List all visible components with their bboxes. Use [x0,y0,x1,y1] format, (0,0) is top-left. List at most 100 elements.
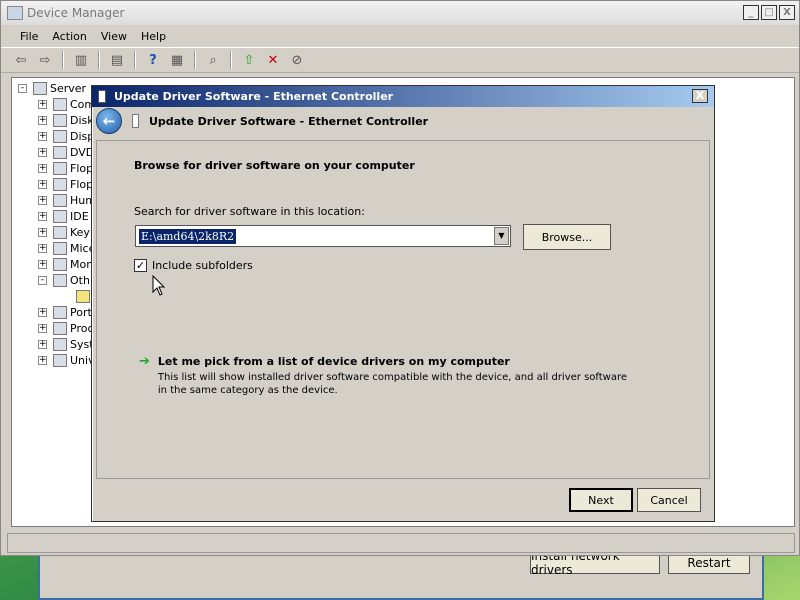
expand-icon[interactable]: + [38,259,47,269]
expand-icon[interactable]: + [38,307,47,317]
forward-icon[interactable]: ⇨ [35,51,55,69]
device-category-icon [53,177,67,191]
dialog-title-bar[interactable]: Update Driver Software - Ethernet Contro… [92,86,714,107]
action-pane-icon[interactable]: ▦ [167,51,187,69]
device-category-icon [53,97,67,111]
menu-help[interactable]: Help [134,28,173,45]
tree-item[interactable]: + IDE [38,208,89,224]
dialog-title: Update Driver Software - Ethernet Contro… [114,90,394,103]
include-subfolders-option[interactable]: ✓ Include subfolders [134,259,253,272]
mouse-pointer-icon [152,275,166,296]
tree-item[interactable]: + Hum [38,192,96,208]
search-location-label: Search for driver software in this locat… [134,205,365,218]
toolbar-separator [98,51,100,69]
tree-item[interactable]: + Key [38,224,90,240]
collapse-icon[interactable]: - [38,275,47,285]
path-input[interactable]: E:\amd64\2k8R2 [137,227,238,245]
tree-item[interactable]: + Mon [38,256,93,272]
expand-icon[interactable]: + [38,243,47,253]
minimize-button[interactable]: _ [743,5,759,20]
menu-view[interactable]: View [94,28,134,45]
wizard-header: ← Update Driver Software - Ethernet Cont… [92,107,714,135]
expand-icon[interactable]: + [38,323,47,333]
device-category-icon [53,161,67,175]
device-category-icon [53,273,67,287]
device-manager-icon [7,6,23,20]
expand-icon[interactable]: + [38,99,47,109]
pick-from-list-option[interactable]: ➔ Let me pick from a list of device driv… [139,355,628,397]
toolbar-separator [62,51,64,69]
browse-button[interactable]: Browse... [523,224,611,250]
chevron-down-icon[interactable]: ▼ [494,227,509,245]
toolbar-separator [230,51,232,69]
back-arrow-icon[interactable]: ← [96,108,122,134]
expand-icon[interactable]: + [38,179,47,189]
tree-item[interactable]: + Disk [38,112,94,128]
expand-icon[interactable]: + [38,195,47,205]
back-icon[interactable]: ⇦ [11,51,31,69]
expand-icon[interactable]: + [38,355,47,365]
tree-root[interactable]: - Server [18,80,86,96]
tree-item[interactable]: + Port [38,304,92,320]
device-category-icon [53,209,67,223]
maximize-button[interactable]: □ [761,5,777,20]
tree-item[interactable]: + Com [38,96,95,112]
include-subfolders-checkbox[interactable]: ✓ [134,259,147,272]
tree-item-label: Proc [70,321,94,335]
menu-bar: File Action View Help [1,25,799,47]
status-bar [7,533,795,553]
dialog-close-button[interactable]: X [692,89,708,103]
tree-item[interactable]: - Oth [38,272,90,288]
show-hide-tree-icon[interactable]: ▥ [71,51,91,69]
device-category-icon [53,257,67,271]
next-button[interactable]: Next [569,488,633,512]
expand-icon[interactable]: + [38,131,47,141]
tree-item-label: Syst [70,337,94,351]
tree-item[interactable]: + Disp [38,128,94,144]
pick-from-list-link[interactable]: Let me pick from a list of device driver… [158,355,628,368]
tree-item-label: Flop [70,177,94,191]
computer-icon [33,81,47,95]
disable-icon[interactable]: ⊘ [287,51,307,69]
tree-item[interactable]: + Proc [38,320,94,336]
toolbar-separator [134,51,136,69]
tree-item[interactable]: + Syst [38,336,94,352]
tree-item[interactable]: + Mice [38,240,95,256]
tree-item[interactable]: + Flop [38,176,93,192]
properties-icon[interactable]: ▤ [107,51,127,69]
wizard-content: Browse for driver software on your compu… [96,140,710,479]
expand-icon[interactable]: + [38,115,47,125]
page-heading: Browse for driver software on your compu… [134,159,415,172]
close-button[interactable]: X [779,5,795,20]
tree-item-label: Mon [70,257,94,271]
expand-icon[interactable]: + [38,211,47,221]
expand-icon[interactable]: + [38,147,47,157]
uninstall-icon[interactable]: ✕ [263,51,283,69]
expand-icon[interactable]: + [38,163,47,173]
path-combobox[interactable]: E:\amd64\2k8R2 ▼ [135,225,511,247]
expand-icon[interactable]: + [38,339,47,349]
include-subfolders-label: Include subfolders [152,259,253,272]
update-driver-icon[interactable]: ⇧ [239,51,259,69]
device-category-icon [53,225,67,239]
tree-item[interactable] [70,288,93,304]
scan-hardware-icon[interactable]: ⌕ [203,51,223,69]
title-bar[interactable]: Device Manager _ □ X [1,1,799,25]
menu-file[interactable]: File [13,28,45,45]
cancel-button[interactable]: Cancel [637,488,701,512]
pick-from-list-description: This list will show installed driver sof… [157,372,628,396]
device-category-icon [53,193,67,207]
help-icon[interactable]: ? [143,51,163,69]
tree-item-label: Flop [70,161,94,175]
tree-item[interactable]: + Univ [38,352,95,368]
device-category-icon [53,241,67,255]
device-category-icon [53,321,67,335]
toolbar-separator [194,51,196,69]
tree-item[interactable]: + DVD [38,144,94,160]
expand-icon[interactable]: + [38,227,47,237]
device-category-icon [53,129,67,143]
menu-action[interactable]: Action [45,28,93,45]
device-category-icon [53,337,67,351]
device-category-icon [53,353,67,367]
tree-item[interactable]: + Flop [38,160,93,176]
